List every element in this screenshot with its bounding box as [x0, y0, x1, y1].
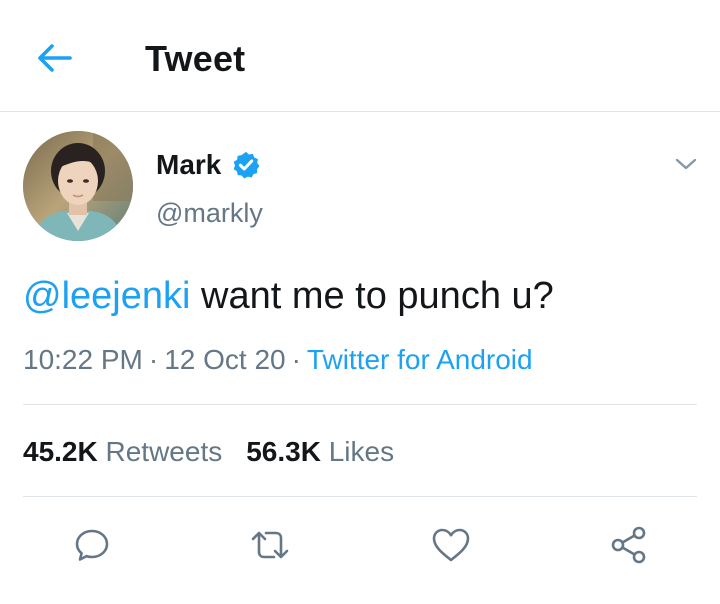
author-name-row[interactable]: Mark — [156, 146, 261, 184]
reply-icon — [75, 529, 109, 561]
retweet-icon — [251, 531, 289, 559]
back-arrow-icon — [38, 44, 72, 72]
meta-separator: · — [291, 344, 301, 375]
more-options-button[interactable] — [666, 148, 706, 180]
top-bar: Tweet — [0, 0, 720, 112]
share-button[interactable] — [605, 521, 653, 569]
page-title: Tweet — [145, 38, 246, 79]
reply-button[interactable] — [68, 521, 116, 569]
tweet-meta: 10:22 PM · 12 Oct 20 · Twitter for Android — [23, 342, 533, 378]
meta-separator: · — [148, 344, 159, 375]
tweet-time: 10:22 PM — [23, 344, 143, 375]
retweets-count: 45.2K — [23, 436, 98, 467]
likes-count: 56.3K — [246, 436, 321, 467]
share-icon — [611, 526, 646, 564]
retweet-button[interactable] — [246, 521, 294, 569]
verified-badge-icon — [234, 151, 260, 179]
tweet-date: 12 Oct 20 — [164, 344, 286, 375]
avatar-photo — [23, 131, 133, 241]
tweet-text: @leejenki want me to punch u? — [23, 272, 703, 320]
chevron-down-icon — [675, 158, 697, 170]
divider — [23, 404, 697, 405]
tweet-source-link[interactable]: Twitter for Android — [307, 344, 533, 375]
retweets-stat[interactable]: 45.2K Retweets — [23, 434, 222, 470]
like-button[interactable] — [427, 521, 475, 569]
mention-link[interactable]: @leejenki — [23, 275, 190, 317]
likes-label: Likes — [328, 436, 395, 467]
author-name[interactable]: Mark — [156, 148, 221, 182]
avatar[interactable] — [23, 131, 133, 241]
heart-icon — [432, 528, 470, 562]
divider — [23, 496, 697, 497]
back-button[interactable] — [30, 34, 78, 82]
tweet-body: want me to punch u? — [190, 275, 554, 317]
retweets-label: Retweets — [105, 436, 223, 467]
author-handle[interactable]: @markly — [156, 196, 263, 230]
likes-stat[interactable]: 56.3K Likes — [246, 434, 394, 470]
tweet-stats: 45.2K Retweets 56.3K Likes — [23, 434, 394, 470]
